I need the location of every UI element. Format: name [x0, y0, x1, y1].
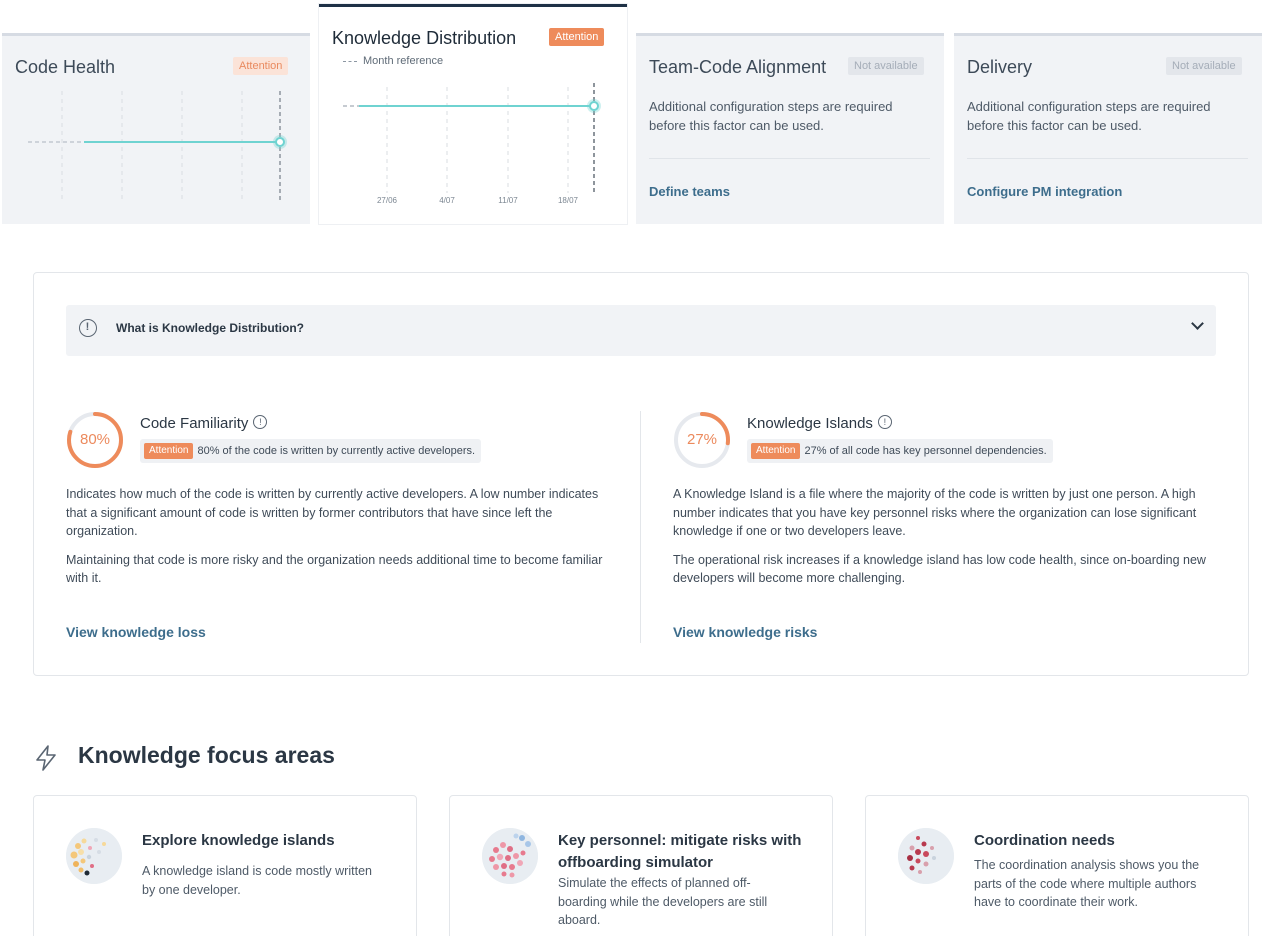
- status-badge: Attention: [144, 443, 194, 459]
- status-badge: Not available: [1166, 57, 1242, 75]
- focus-card-offboarding-simulator[interactable]: Key personnel: mitigate risks with offbo…: [449, 795, 833, 936]
- define-teams-link[interactable]: Define teams: [649, 184, 730, 199]
- knowledge-info-panel: What is Knowledge Distribution? 80% Code…: [33, 272, 1249, 676]
- code-familiarity-value: 80%: [79, 431, 111, 448]
- metric-summary-text: 80% of the code is written by currently …: [197, 445, 476, 457]
- offboarding-simulator-thumbnail-icon: [482, 828, 538, 884]
- focus-card-title: Coordination needs: [974, 832, 1115, 849]
- info-circle-icon: [79, 319, 97, 337]
- knowledge-trend-chart: [343, 83, 601, 193]
- view-knowledge-risks-link[interactable]: View knowledge risks: [673, 624, 817, 640]
- focus-card-title: Key personnel: mitigate risks with offbo…: [558, 832, 802, 871]
- metric-description-p1: Indicates how much of the code is writte…: [66, 487, 599, 538]
- metric-description-p1: A Knowledge Island is a file where the m…: [673, 487, 1197, 538]
- focus-card-coordination-needs[interactable]: Coordination needs The coordination anal…: [865, 795, 1249, 936]
- status-badge: Attention: [751, 443, 801, 459]
- focus-card-description: Simulate the effects of planned off-boar…: [558, 876, 768, 927]
- coordination-needs-thumbnail-icon: [898, 828, 954, 884]
- knowledge-islands-value: 27%: [686, 431, 718, 448]
- divider: [649, 158, 930, 159]
- factor-strip: Code Health Attention Knowledge Distribu…: [0, 0, 1278, 224]
- info-icon[interactable]: [253, 415, 268, 429]
- status-badge: Not available: [848, 57, 924, 75]
- metric-title-text: Code Familiarity: [140, 415, 249, 432]
- metric-description: A Knowledge Island is a file where the m…: [673, 485, 1223, 598]
- metric-summary: Attention 80% of the code is written by c…: [140, 439, 482, 463]
- x-tick-label: 27/06: [376, 196, 398, 205]
- info-icon[interactable]: [877, 415, 892, 429]
- factor-card-delivery[interactable]: Delivery Not available Additional config…: [954, 33, 1262, 224]
- factor-card-knowledge-distribution[interactable]: Knowledge Distribution Attention Month r…: [319, 4, 627, 224]
- metric-summary-text: 27% of all code has key personnel depend…: [804, 445, 1047, 457]
- metric-title-text: Knowledge Islands: [747, 415, 873, 432]
- configure-pm-integration-link[interactable]: Configure PM integration: [967, 184, 1122, 199]
- code-health-trend-chart: [28, 91, 287, 201]
- x-tick-label: 4/07: [439, 196, 455, 205]
- focus-card-description: A knowledge island is code mostly writte…: [142, 864, 372, 897]
- metric-description-p2: Maintaining that code is more risky and …: [66, 552, 603, 586]
- metric-summary: Attention 27% of all code has key personn…: [747, 439, 1053, 463]
- factor-title: Team-Code Alignment: [649, 57, 827, 77]
- lightning-bolt-icon: [36, 745, 56, 771]
- factor-description: Additional configuration steps are requi…: [649, 99, 893, 133]
- factor-title: Delivery: [967, 57, 1033, 77]
- metric-description-p2: The operational risk increases if a know…: [673, 552, 1206, 586]
- chevron-down-icon[interactable]: [1191, 317, 1204, 330]
- focus-card-title: Explore knowledge islands: [142, 832, 335, 849]
- x-tick-label: 18/07: [557, 196, 579, 205]
- focus-card-description: The coordination analysis shows you the …: [974, 858, 1200, 909]
- accordion-title: What is Knowledge Distribution?: [116, 321, 304, 335]
- column-divider: [640, 411, 641, 643]
- divider: [967, 158, 1248, 159]
- metric-title: Knowledge Islands: [747, 415, 892, 432]
- focus-areas-heading: Knowledge focus areas: [78, 742, 335, 768]
- knowledge-islands-thumbnail-icon: [66, 828, 122, 884]
- metric-description: Indicates how much of the code is writte…: [66, 485, 616, 598]
- factor-card-code-health[interactable]: Code Health Attention: [2, 33, 310, 224]
- view-knowledge-loss-link[interactable]: View knowledge loss: [66, 624, 206, 640]
- factor-description: Additional configuration steps are requi…: [967, 99, 1211, 133]
- what-is-knowledge-distribution-accordion[interactable]: What is Knowledge Distribution?: [66, 305, 1216, 356]
- factor-card-team-code-alignment[interactable]: Team-Code Alignment Not available Additi…: [636, 33, 944, 224]
- focus-card-knowledge-islands[interactable]: Explore knowledge islands A knowledge is…: [33, 795, 417, 936]
- x-tick-label: 11/07: [498, 196, 518, 205]
- metric-title: Code Familiarity: [140, 415, 268, 432]
